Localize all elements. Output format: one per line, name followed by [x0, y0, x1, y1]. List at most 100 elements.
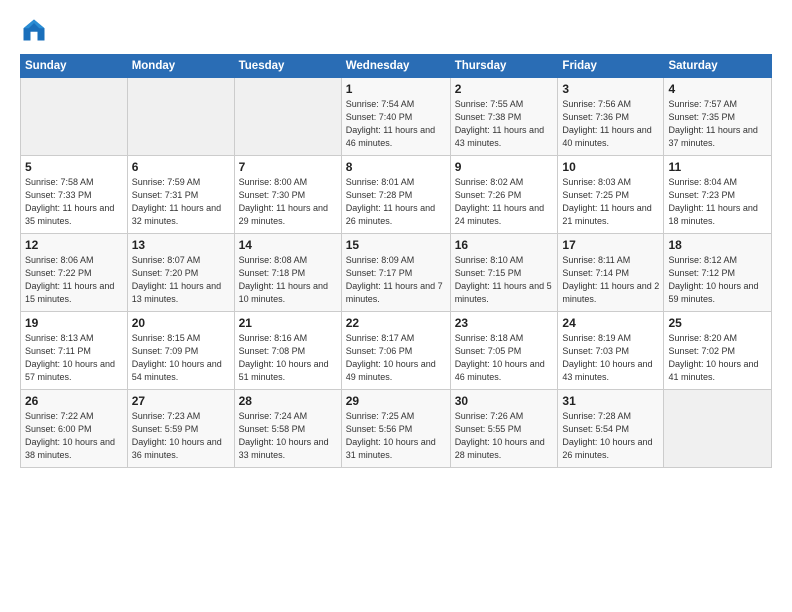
day-info: Sunrise: 7:57 AMSunset: 7:35 PMDaylight:… — [668, 98, 767, 150]
day-number: 29 — [346, 394, 446, 408]
day-info: Sunrise: 8:01 AMSunset: 7:28 PMDaylight:… — [346, 176, 446, 228]
calendar-cell: 11 Sunrise: 8:04 AMSunset: 7:23 PMDaylig… — [664, 156, 772, 234]
day-number: 1 — [346, 82, 446, 96]
day-number: 28 — [239, 394, 337, 408]
calendar-cell: 13 Sunrise: 8:07 AMSunset: 7:20 PMDaylig… — [127, 234, 234, 312]
page: SundayMondayTuesdayWednesdayThursdayFrid… — [0, 0, 792, 612]
day-info: Sunrise: 7:59 AMSunset: 7:31 PMDaylight:… — [132, 176, 230, 228]
day-info: Sunrise: 7:55 AMSunset: 7:38 PMDaylight:… — [455, 98, 554, 150]
calendar-cell: 25 Sunrise: 8:20 AMSunset: 7:02 PMDaylig… — [664, 312, 772, 390]
day-number: 11 — [668, 160, 767, 174]
calendar-cell: 24 Sunrise: 8:19 AMSunset: 7:03 PMDaylig… — [558, 312, 664, 390]
day-number: 14 — [239, 238, 337, 252]
day-number: 5 — [25, 160, 123, 174]
day-info: Sunrise: 7:24 AMSunset: 5:58 PMDaylight:… — [239, 410, 337, 462]
calendar-cell: 22 Sunrise: 8:17 AMSunset: 7:06 PMDaylig… — [341, 312, 450, 390]
calendar-cell: 6 Sunrise: 7:59 AMSunset: 7:31 PMDayligh… — [127, 156, 234, 234]
day-number: 17 — [562, 238, 659, 252]
calendar-cell: 14 Sunrise: 8:08 AMSunset: 7:18 PMDaylig… — [234, 234, 341, 312]
day-info: Sunrise: 8:17 AMSunset: 7:06 PMDaylight:… — [346, 332, 446, 384]
calendar-cell: 5 Sunrise: 7:58 AMSunset: 7:33 PMDayligh… — [21, 156, 128, 234]
weekday-header: Friday — [558, 55, 664, 78]
calendar-week-row: 26 Sunrise: 7:22 AMSunset: 6:00 PMDaylig… — [21, 390, 772, 468]
day-number: 15 — [346, 238, 446, 252]
day-info: Sunrise: 8:13 AMSunset: 7:11 PMDaylight:… — [25, 332, 123, 384]
day-info: Sunrise: 7:54 AMSunset: 7:40 PMDaylight:… — [346, 98, 446, 150]
calendar-cell: 18 Sunrise: 8:12 AMSunset: 7:12 PMDaylig… — [664, 234, 772, 312]
day-info: Sunrise: 8:18 AMSunset: 7:05 PMDaylight:… — [455, 332, 554, 384]
weekday-header: Saturday — [664, 55, 772, 78]
day-info: Sunrise: 8:09 AMSunset: 7:17 PMDaylight:… — [346, 254, 446, 306]
day-number: 20 — [132, 316, 230, 330]
calendar-cell: 4 Sunrise: 7:57 AMSunset: 7:35 PMDayligh… — [664, 78, 772, 156]
day-number: 4 — [668, 82, 767, 96]
day-info: Sunrise: 8:12 AMSunset: 7:12 PMDaylight:… — [668, 254, 767, 306]
day-number: 25 — [668, 316, 767, 330]
calendar-cell: 7 Sunrise: 8:00 AMSunset: 7:30 PMDayligh… — [234, 156, 341, 234]
calendar-header-row: SundayMondayTuesdayWednesdayThursdayFrid… — [21, 55, 772, 78]
day-number: 9 — [455, 160, 554, 174]
day-number: 27 — [132, 394, 230, 408]
calendar-cell: 29 Sunrise: 7:25 AMSunset: 5:56 PMDaylig… — [341, 390, 450, 468]
day-number: 19 — [25, 316, 123, 330]
calendar-week-row: 5 Sunrise: 7:58 AMSunset: 7:33 PMDayligh… — [21, 156, 772, 234]
day-number: 22 — [346, 316, 446, 330]
calendar-cell: 8 Sunrise: 8:01 AMSunset: 7:28 PMDayligh… — [341, 156, 450, 234]
logo — [20, 16, 52, 44]
day-number: 6 — [132, 160, 230, 174]
day-info: Sunrise: 8:10 AMSunset: 7:15 PMDaylight:… — [455, 254, 554, 306]
day-info: Sunrise: 8:00 AMSunset: 7:30 PMDaylight:… — [239, 176, 337, 228]
header — [20, 16, 772, 44]
calendar-week-row: 19 Sunrise: 8:13 AMSunset: 7:11 PMDaylig… — [21, 312, 772, 390]
day-number: 2 — [455, 82, 554, 96]
calendar-cell: 23 Sunrise: 8:18 AMSunset: 7:05 PMDaylig… — [450, 312, 558, 390]
calendar-week-row: 12 Sunrise: 8:06 AMSunset: 7:22 PMDaylig… — [21, 234, 772, 312]
calendar-cell: 26 Sunrise: 7:22 AMSunset: 6:00 PMDaylig… — [21, 390, 128, 468]
day-info: Sunrise: 8:02 AMSunset: 7:26 PMDaylight:… — [455, 176, 554, 228]
day-info: Sunrise: 8:20 AMSunset: 7:02 PMDaylight:… — [668, 332, 767, 384]
day-info: Sunrise: 8:11 AMSunset: 7:14 PMDaylight:… — [562, 254, 659, 306]
day-info: Sunrise: 7:58 AMSunset: 7:33 PMDaylight:… — [25, 176, 123, 228]
day-info: Sunrise: 7:26 AMSunset: 5:55 PMDaylight:… — [455, 410, 554, 462]
calendar-week-row: 1 Sunrise: 7:54 AMSunset: 7:40 PMDayligh… — [21, 78, 772, 156]
calendar-cell: 27 Sunrise: 7:23 AMSunset: 5:59 PMDaylig… — [127, 390, 234, 468]
calendar-cell: 21 Sunrise: 8:16 AMSunset: 7:08 PMDaylig… — [234, 312, 341, 390]
weekday-header: Tuesday — [234, 55, 341, 78]
day-number: 31 — [562, 394, 659, 408]
day-number: 26 — [25, 394, 123, 408]
calendar-cell: 19 Sunrise: 8:13 AMSunset: 7:11 PMDaylig… — [21, 312, 128, 390]
calendar-cell: 3 Sunrise: 7:56 AMSunset: 7:36 PMDayligh… — [558, 78, 664, 156]
calendar-cell: 2 Sunrise: 7:55 AMSunset: 7:38 PMDayligh… — [450, 78, 558, 156]
day-number: 7 — [239, 160, 337, 174]
day-number: 13 — [132, 238, 230, 252]
calendar-cell: 1 Sunrise: 7:54 AMSunset: 7:40 PMDayligh… — [341, 78, 450, 156]
weekday-header: Wednesday — [341, 55, 450, 78]
calendar-cell — [21, 78, 128, 156]
calendar-cell: 12 Sunrise: 8:06 AMSunset: 7:22 PMDaylig… — [21, 234, 128, 312]
day-info: Sunrise: 8:03 AMSunset: 7:25 PMDaylight:… — [562, 176, 659, 228]
calendar-cell — [234, 78, 341, 156]
day-number: 8 — [346, 160, 446, 174]
day-number: 21 — [239, 316, 337, 330]
calendar-cell: 10 Sunrise: 8:03 AMSunset: 7:25 PMDaylig… — [558, 156, 664, 234]
day-number: 12 — [25, 238, 123, 252]
calendar-cell: 16 Sunrise: 8:10 AMSunset: 7:15 PMDaylig… — [450, 234, 558, 312]
day-info: Sunrise: 8:06 AMSunset: 7:22 PMDaylight:… — [25, 254, 123, 306]
weekday-header: Monday — [127, 55, 234, 78]
day-info: Sunrise: 7:28 AMSunset: 5:54 PMDaylight:… — [562, 410, 659, 462]
day-number: 3 — [562, 82, 659, 96]
day-info: Sunrise: 8:08 AMSunset: 7:18 PMDaylight:… — [239, 254, 337, 306]
day-info: Sunrise: 7:22 AMSunset: 6:00 PMDaylight:… — [25, 410, 123, 462]
day-info: Sunrise: 7:56 AMSunset: 7:36 PMDaylight:… — [562, 98, 659, 150]
calendar-cell: 31 Sunrise: 7:28 AMSunset: 5:54 PMDaylig… — [558, 390, 664, 468]
calendar-cell: 17 Sunrise: 8:11 AMSunset: 7:14 PMDaylig… — [558, 234, 664, 312]
weekday-header: Sunday — [21, 55, 128, 78]
calendar-cell — [127, 78, 234, 156]
day-number: 16 — [455, 238, 554, 252]
day-info: Sunrise: 8:04 AMSunset: 7:23 PMDaylight:… — [668, 176, 767, 228]
calendar-cell: 28 Sunrise: 7:24 AMSunset: 5:58 PMDaylig… — [234, 390, 341, 468]
day-info: Sunrise: 8:15 AMSunset: 7:09 PMDaylight:… — [132, 332, 230, 384]
logo-icon — [20, 16, 48, 44]
day-number: 10 — [562, 160, 659, 174]
calendar-cell — [664, 390, 772, 468]
